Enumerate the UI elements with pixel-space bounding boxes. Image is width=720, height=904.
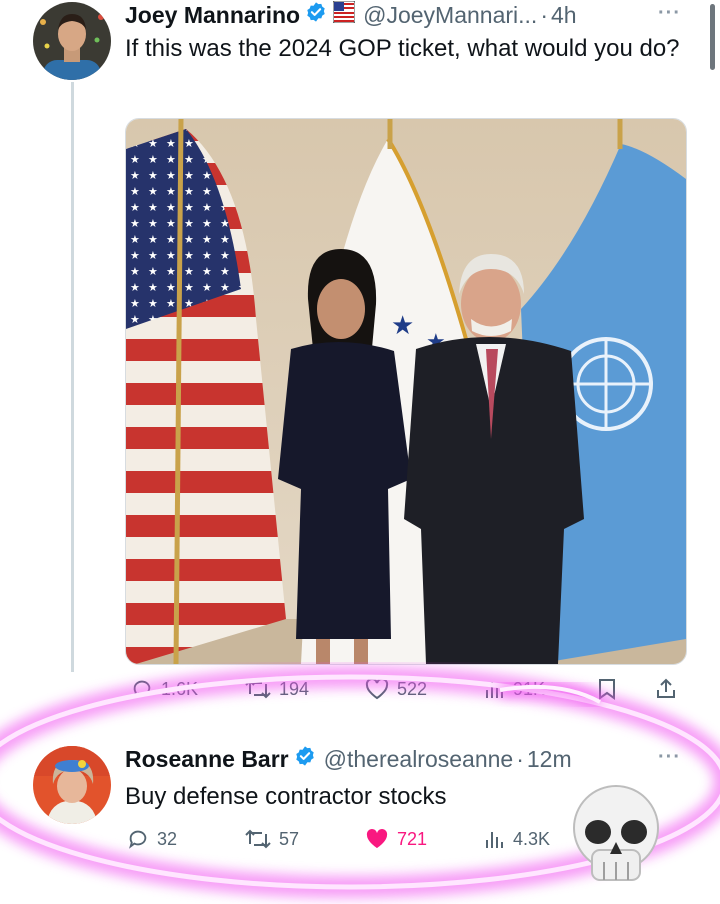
skull-emoji <box>566 780 666 890</box>
tweet1-timestamp[interactable]: 4h <box>551 2 577 29</box>
tweet1-like-count: 522 <box>397 678 428 699</box>
thread-connector-line <box>71 82 74 672</box>
tweet2-repost-count: 57 <box>279 828 300 849</box>
reply-icon <box>133 680 151 699</box>
tweet2-repost-button[interactable]: 57 <box>245 828 299 850</box>
tweet1-bookmark-button[interactable] <box>597 678 617 700</box>
tweet1-views-button[interactable]: 91K <box>485 678 545 700</box>
tweet2-handle[interactable]: @therealroseanne <box>324 746 514 773</box>
tweet1-more-button[interactable]: ··· <box>658 2 681 25</box>
tweet1-text: If this was the 2024 GOP ticket, what wo… <box>125 35 680 62</box>
svg-text:★: ★ <box>391 311 414 341</box>
tweet2-like-count: 721 <box>397 828 428 849</box>
tweet1-like-button[interactable]: 522 <box>365 678 427 700</box>
heart-icon <box>366 828 388 848</box>
tweet1-view-count: 91K <box>513 678 546 699</box>
separator-dot: · <box>516 745 524 772</box>
reply-icon <box>129 830 147 849</box>
repost-icon <box>245 829 271 849</box>
views-icon <box>486 832 503 848</box>
tweet2-view-count: 4.3K <box>513 828 551 849</box>
tweet1-photo[interactable]: ★ ★ ★ <box>125 118 687 665</box>
heart-icon <box>365 678 389 700</box>
affiliation-flag-icon <box>332 0 356 29</box>
bookmark-icon <box>599 679 615 700</box>
avatar-joey-mannarino[interactable] <box>33 2 111 80</box>
tweet1-reply-count: 1.6K <box>161 678 199 699</box>
verified-badge-icon <box>305 1 327 29</box>
tweet2-reply-button[interactable]: 32 <box>127 828 177 850</box>
tweet2-more-button[interactable]: ··· <box>658 746 681 769</box>
views-icon <box>486 682 503 698</box>
tweet2-header: Roseanne Barr @therealroseanne · 12m <box>125 744 572 774</box>
tweet2-timestamp[interactable]: 12m <box>527 746 572 773</box>
tweet2-reply-count: 32 <box>157 828 178 849</box>
tweet2-text: Buy defense contractor stocks <box>125 783 447 810</box>
tweet2-views-button[interactable]: 4.3K <box>485 828 550 850</box>
tweet2-display-name[interactable]: Roseanne Barr <box>125 746 289 773</box>
tweet1-repost-count: 194 <box>279 678 310 699</box>
tweet1-repost-button[interactable]: 194 <box>245 678 309 700</box>
tweet2-like-button[interactable]: 721 <box>365 828 427 850</box>
scrollbar-thumb[interactable] <box>710 4 715 70</box>
repost-icon <box>245 679 271 699</box>
tweet1-reply-button[interactable]: 1.6K <box>131 678 198 700</box>
share-icon <box>657 678 675 698</box>
tweet1-action-bar: 1.6K 194 522 91K <box>125 678 685 704</box>
tweet1-display-name[interactable]: Joey Mannarino <box>125 2 300 29</box>
tweet1-share-button[interactable] <box>655 678 677 700</box>
tweet1-header: Joey Mannarino @JoeyMannari... · 4h <box>125 0 577 30</box>
separator-dot: · <box>540 1 548 28</box>
tweet1-handle[interactable]: @JoeyMannari... <box>363 2 537 29</box>
verified-badge-icon <box>294 745 316 773</box>
avatar-roseanne-barr[interactable] <box>33 746 111 824</box>
